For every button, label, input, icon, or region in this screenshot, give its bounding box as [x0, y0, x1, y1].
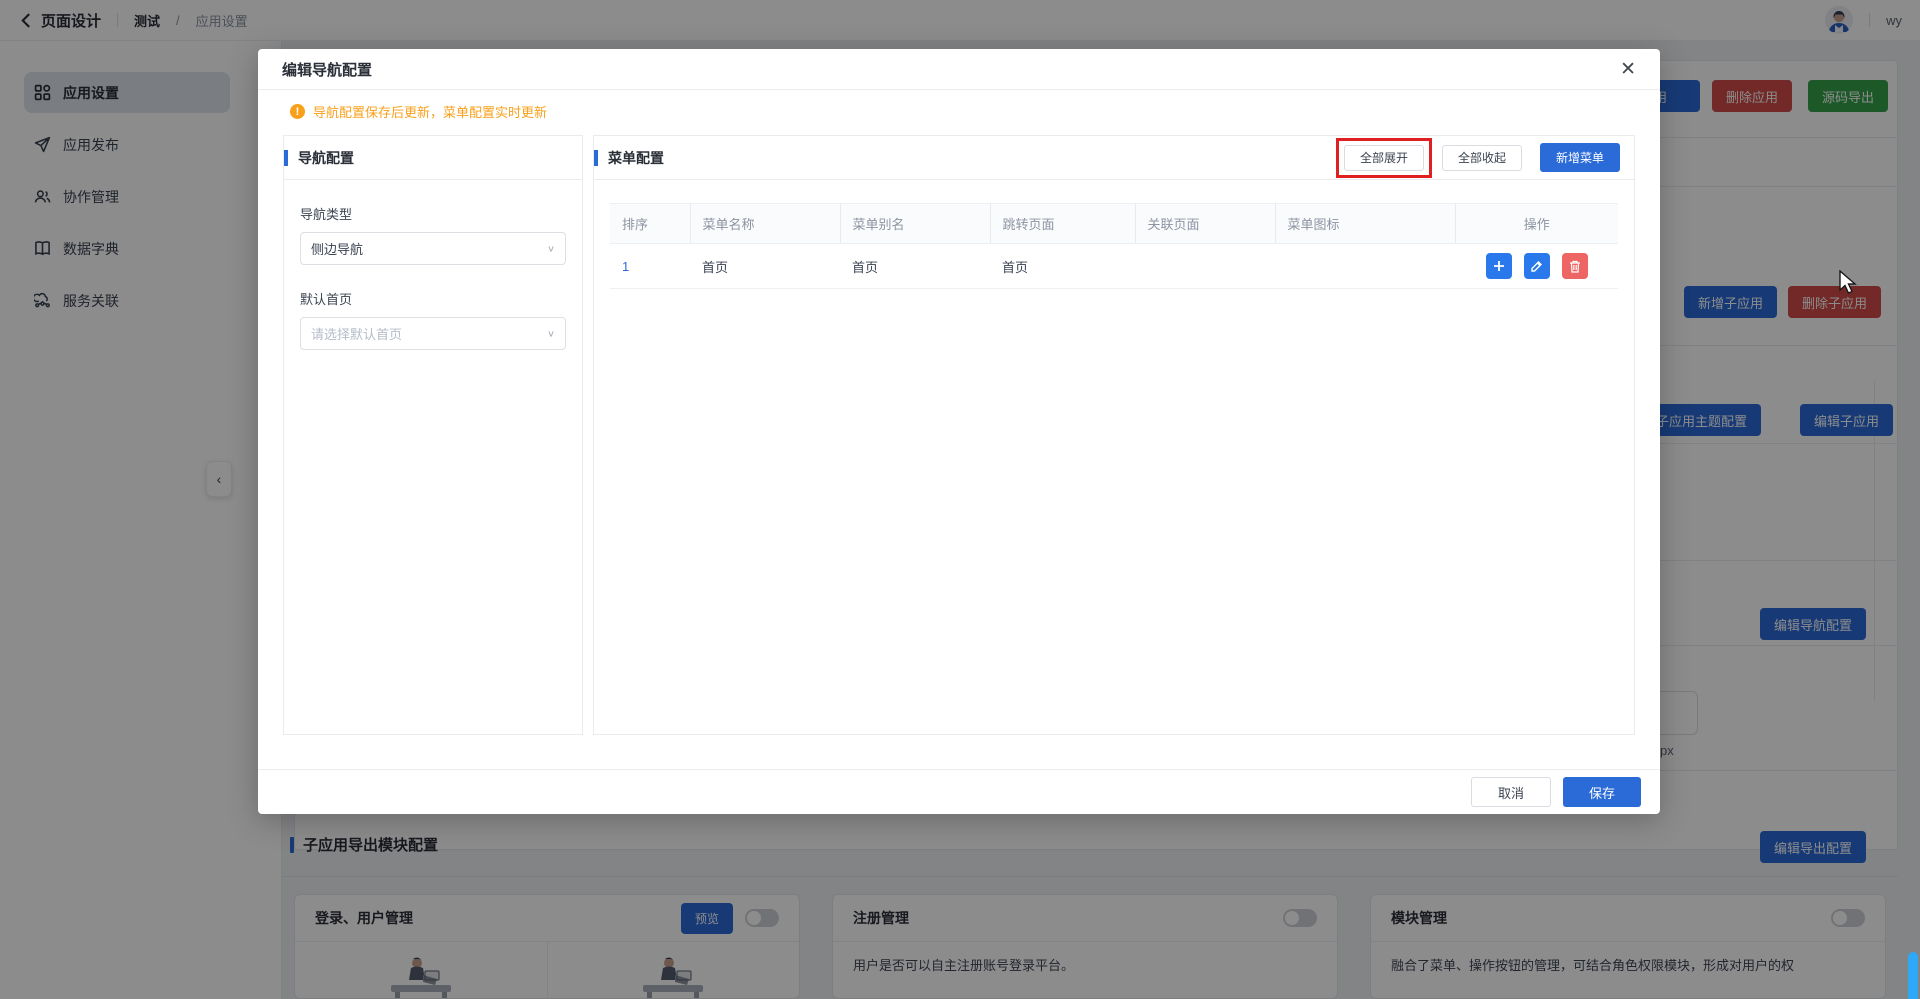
menu-table: 排序 菜单名称 菜单别名 跳转页面 关联页面 菜单图标 操作 1 首页 [610, 203, 1618, 289]
expand-all-button[interactable]: 全部展开 [1344, 145, 1424, 171]
screen: 页面设计 测试 / 应用设置 wy 应用设置 [0, 0, 1920, 999]
col-related-page: 关联页面 [1135, 204, 1275, 244]
menu-config-panel: 菜单配置 全部展开 全部收起 新增菜单 [593, 135, 1635, 735]
collapse-all-button[interactable]: 全部收起 [1442, 145, 1522, 171]
col-menu-alias: 菜单别名 [840, 204, 990, 244]
row-related-page [1135, 244, 1275, 289]
edit-nav-config-modal: 编辑导航配置 ✕ ! 导航配置保存后更新，菜单配置实时更新 导航配置 导航类型 [258, 49, 1660, 814]
menu-config-panel-header: 菜单配置 全部展开 全部收起 新增菜单 [594, 136, 1634, 180]
modal-title: 编辑导航配置 [282, 59, 372, 80]
cancel-button[interactable]: 取消 [1471, 777, 1551, 807]
nav-type-select[interactable]: 侧边导航 ∨ [300, 232, 566, 265]
modal-body: 导航配置 导航类型 侧边导航 ∨ 默认首页 请选择默认首页 ∨ [283, 135, 1635, 735]
modal-header: 编辑导航配置 ✕ [258, 49, 1660, 90]
nav-config-title: 导航配置 [298, 148, 354, 168]
expand-all-annotation-box: 全部展开 [1336, 138, 1432, 178]
add-child-menu-button[interactable] [1486, 253, 1512, 279]
close-icon[interactable]: ✕ [1620, 60, 1636, 79]
delete-menu-button[interactable] [1562, 253, 1588, 279]
edit-icon [1530, 260, 1543, 273]
nav-config-alert: ! 导航配置保存后更新，菜单配置实时更新 [290, 102, 1660, 121]
row-menu-name: 首页 [690, 244, 840, 289]
mouse-cursor-icon [1838, 270, 1860, 296]
panel-accent-bar [594, 150, 598, 166]
col-menu-icon: 菜单图标 [1275, 204, 1455, 244]
plus-icon [1493, 260, 1505, 272]
default-home-placeholder: 请选择默认首页 [311, 324, 402, 343]
table-header-row: 排序 菜单名称 菜单别名 跳转页面 关联页面 菜单图标 操作 [610, 204, 1618, 244]
col-menu-name: 菜单名称 [690, 204, 840, 244]
menu-config-title: 菜单配置 [608, 148, 664, 168]
save-button[interactable]: 保存 [1563, 777, 1641, 807]
col-actions: 操作 [1455, 204, 1618, 244]
row-menu-alias: 首页 [840, 244, 990, 289]
nav-type-value: 侧边导航 [311, 239, 363, 258]
panel-accent-bar [284, 150, 288, 166]
col-jump-page: 跳转页面 [990, 204, 1135, 244]
chevron-down-icon: ∨ [547, 243, 555, 253]
edit-menu-button[interactable] [1524, 253, 1550, 279]
trash-icon [1569, 260, 1581, 273]
nav-config-panel-header: 导航配置 [284, 136, 582, 180]
warning-icon: ! [290, 104, 305, 119]
alert-text: 导航配置保存后更新，菜单配置实时更新 [313, 102, 547, 121]
row-jump-page: 首页 [990, 244, 1135, 289]
row-actions [1467, 253, 1606, 279]
modal-footer: 取消 保存 [258, 769, 1660, 814]
nav-type-label: 导航类型 [300, 204, 566, 223]
default-home-select[interactable]: 请选择默认首页 ∨ [300, 317, 566, 350]
default-home-label: 默认首页 [300, 289, 566, 308]
col-sort: 排序 [610, 204, 690, 244]
row-menu-icon [1275, 244, 1455, 289]
row-sort-value[interactable]: 1 [622, 259, 629, 274]
scrollbar-thumb[interactable] [1908, 952, 1918, 999]
add-menu-button[interactable]: 新增菜单 [1540, 143, 1620, 172]
table-row: 1 首页 首页 首页 [610, 244, 1618, 289]
chevron-down-icon: ∨ [547, 328, 555, 338]
nav-config-panel: 导航配置 导航类型 侧边导航 ∨ 默认首页 请选择默认首页 ∨ [283, 135, 583, 735]
